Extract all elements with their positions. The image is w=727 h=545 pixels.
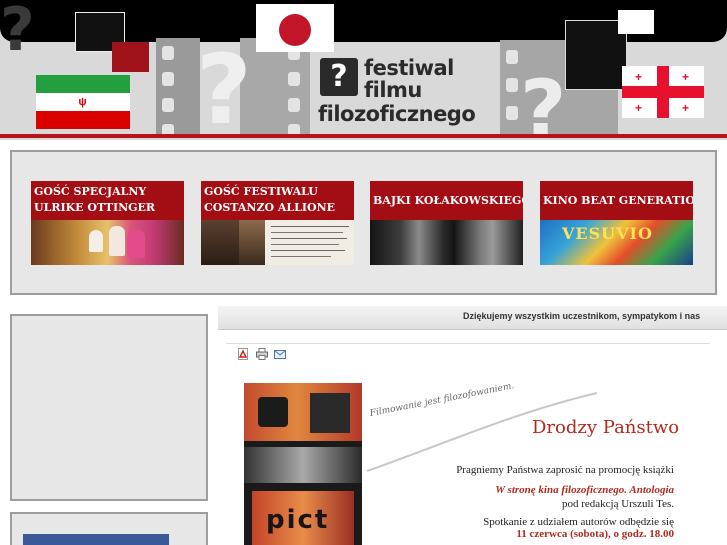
featured-caption: Kino Beat Generation [540, 181, 693, 220]
article-greeting: Drodzy Państwo [532, 417, 680, 438]
georgia-flag: + + + + [622, 66, 704, 118]
featured-caption: Gość festiwalu Costanzo Allione [201, 181, 354, 220]
logo-line-1: festiwal [364, 56, 454, 80]
logo-question-icon: ? [320, 58, 358, 96]
featured-image [201, 220, 354, 265]
featured-image: VESUVIO [540, 220, 693, 265]
featured-guest-special[interactable]: Gość specjalny Ulrike Ottinger [31, 181, 184, 265]
sidebar-panel [10, 512, 208, 545]
article-line: Pragniemy Państwa zaprosić na promocję k… [456, 464, 674, 476]
sidebar-panel [10, 314, 208, 501]
article-date: 11 czerwca (sobota), o godz. 18.00 [516, 528, 674, 540]
question-mark-decoration: ? [520, 63, 567, 141]
question-mark-decoration: ? [0, 0, 35, 65]
page: ? ? ? ψ + + + + ? festiwal filmu filozof… [0, 0, 727, 545]
iran-flag: ψ [36, 75, 130, 129]
article-photo: pict [244, 383, 362, 545]
ticker-text: Dziękujemy wszystkim uczestnikom, sympat… [463, 311, 701, 321]
article-book-title: W stronę kina filozoficznego. Antologia [495, 484, 674, 496]
square-decoration [112, 42, 149, 72]
article-line: Spotkanie z udziałem autorów odbędzie si… [483, 516, 674, 528]
japan-flag [256, 4, 334, 52]
logo-line-2: filmu [364, 78, 422, 102]
header-divider [0, 134, 727, 138]
featured-caption: Bajki Kołakowskiego [370, 181, 523, 220]
article-body: pict Filmowanie jest filozofowaniem. Dro… [244, 383, 714, 545]
featured-beat-generation[interactable]: Kino Beat Generation VESUVIO [540, 181, 693, 265]
article-line: pod redakcją Urszuli Tes. [561, 498, 674, 510]
featured-caption: Gość specjalny Ulrike Ottinger [31, 181, 184, 220]
film-strip-decoration [156, 38, 200, 138]
content-divider [226, 343, 710, 344]
square-decoration [618, 10, 654, 34]
pdf-icon[interactable] [237, 348, 249, 360]
featured-strip: Gość specjalny Ulrike Ottinger Gość fest… [10, 150, 717, 295]
featured-image [370, 220, 523, 265]
featured-kolakowski[interactable]: Bajki Kołakowskiego [370, 181, 523, 265]
email-icon[interactable] [274, 348, 286, 360]
featured-guest-festival[interactable]: Gość festiwalu Costanzo Allione [201, 181, 354, 265]
featured-image [31, 220, 184, 265]
news-ticker[interactable]: Dziękujemy wszystkim uczestnikom, sympat… [218, 306, 727, 330]
social-widget[interactable] [23, 534, 169, 545]
logo-line-3: filozoficznego [318, 102, 476, 126]
festival-logo[interactable]: ? festiwal filmu filozoficznego [318, 56, 476, 131]
question-mark-decoration: ? [196, 34, 252, 140]
print-icon[interactable] [256, 348, 268, 360]
header-banner[interactable]: ? ? ? ψ + + + + ? festiwal filmu filozof… [0, 0, 727, 140]
